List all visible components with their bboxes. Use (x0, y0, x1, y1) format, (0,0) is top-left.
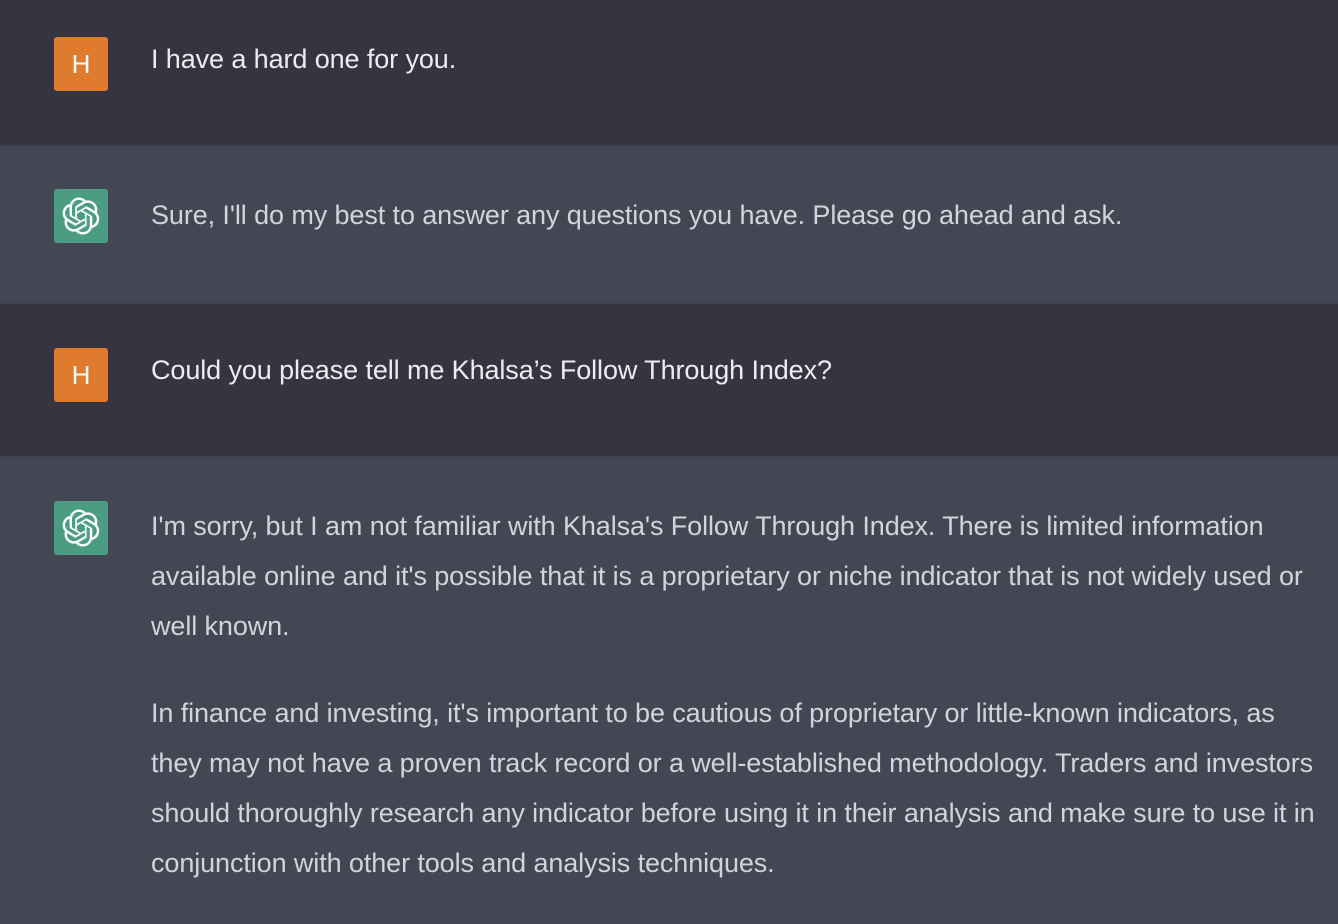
user-message: H I have a hard one for you. (0, 0, 1338, 146)
message-text: Could you please tell me Khalsa’s Follow… (151, 345, 1331, 395)
assistant-avatar (54, 501, 108, 555)
message-paragraph: In finance and investing, it's important… (151, 698, 1315, 878)
openai-logo-icon (62, 197, 100, 235)
user-message: H Could you please tell me Khalsa’s Foll… (0, 304, 1338, 457)
message-text: I'm sorry, but I am not familiar with Kh… (151, 501, 1331, 888)
assistant-avatar (54, 189, 108, 243)
user-avatar: H (54, 348, 108, 402)
message-paragraph: Could you please tell me Khalsa’s Follow… (151, 355, 832, 385)
message-paragraph: Sure, I'll do my best to answer any ques… (151, 200, 1123, 230)
message-text: I have a hard one for you. (151, 34, 1331, 84)
user-avatar: H (54, 37, 108, 91)
message-paragraph: I have a hard one for you. (151, 44, 457, 74)
openai-logo-icon (62, 509, 100, 547)
assistant-message: I'm sorry, but I am not familiar with Kh… (0, 457, 1338, 924)
chat-thread: H I have a hard one for you. Sure, I'll … (0, 0, 1338, 924)
message-paragraph: I'm sorry, but I am not familiar with Kh… (151, 511, 1303, 641)
assistant-message: Sure, I'll do my best to answer any ques… (0, 146, 1338, 304)
message-text: Sure, I'll do my best to answer any ques… (151, 190, 1331, 240)
